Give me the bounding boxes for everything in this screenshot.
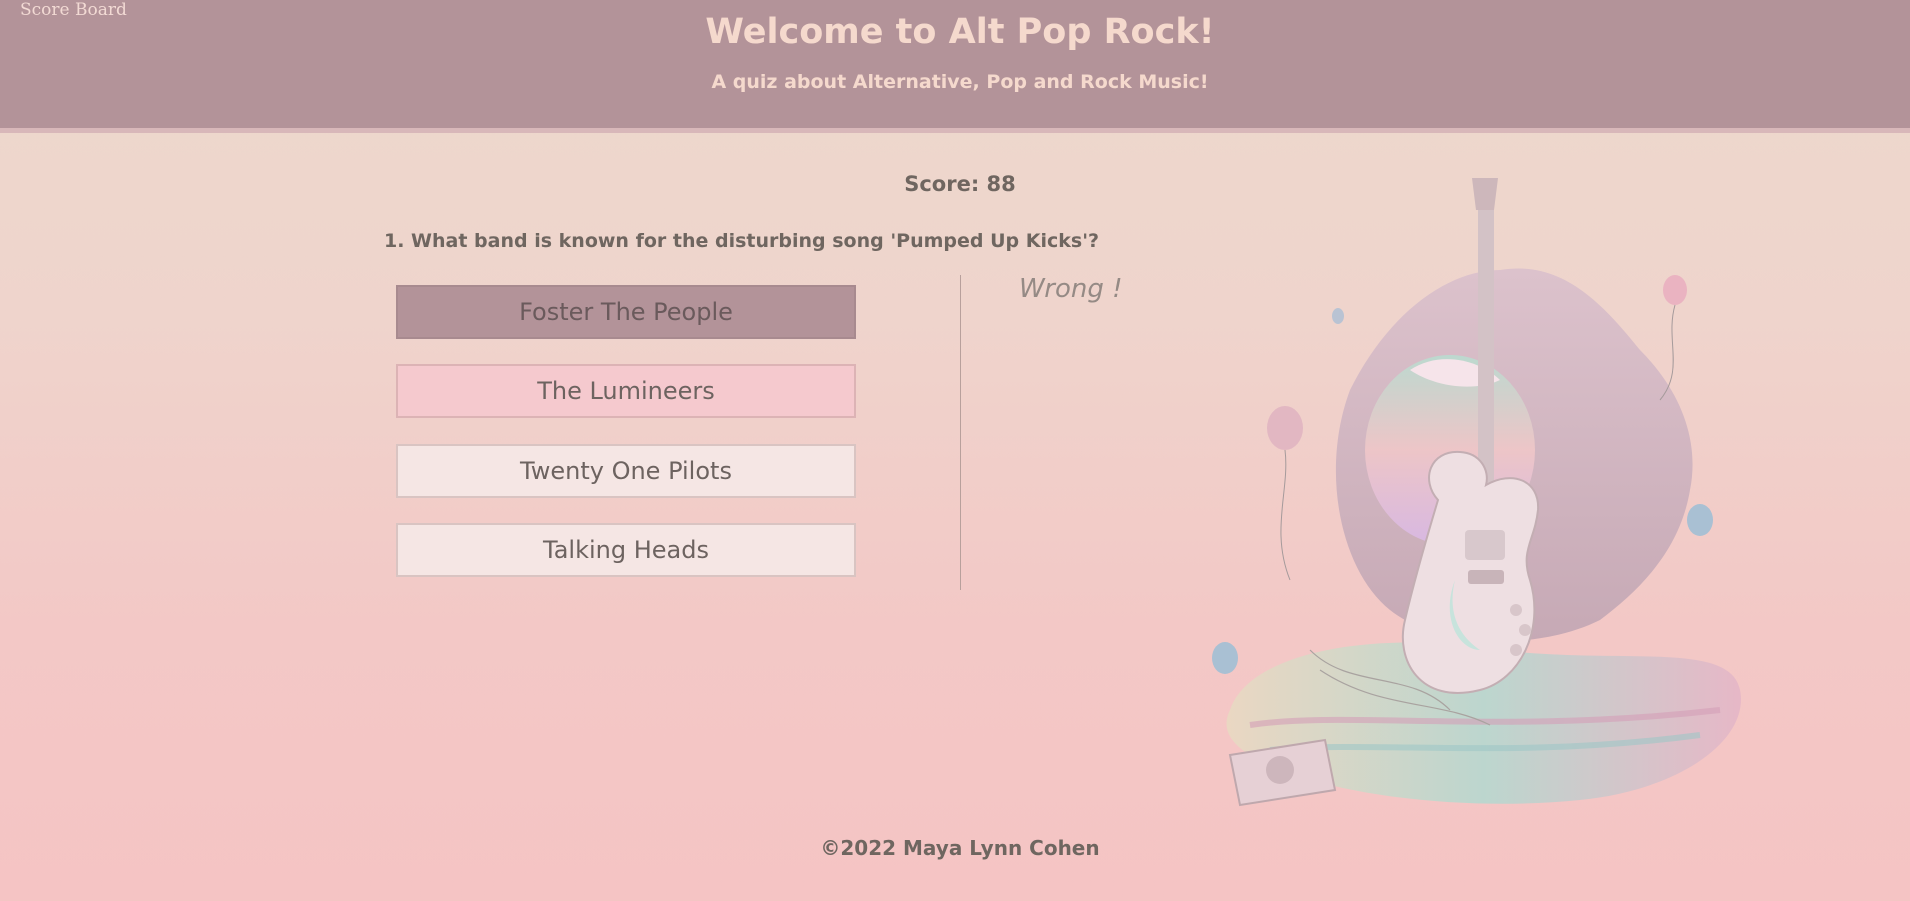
- question-text: 1. What band is known for the disturbing…: [384, 230, 1100, 252]
- answer-button-3[interactable]: Twenty One Pilots: [396, 444, 856, 498]
- site-header: Score Board Welcome to Alt Pop Rock! A q…: [0, 0, 1910, 133]
- answer-button-1[interactable]: Foster The People: [396, 285, 856, 339]
- feedback-divider: [960, 275, 961, 590]
- answer-button-2[interactable]: The Lumineers: [396, 364, 856, 418]
- feedback-text: Wrong !: [1019, 274, 1123, 304]
- guitar-balloons-illustration: [1212, 178, 1741, 807]
- footer-copyright: ©2022 Maya Lynn Cohen: [820, 836, 1100, 860]
- page-title: Welcome to Alt Pop Rock!: [705, 12, 1215, 52]
- page-subtitle: A quiz about Alternative, Pop and Rock M…: [711, 71, 1209, 93]
- answer-button-4[interactable]: Talking Heads: [396, 523, 856, 577]
